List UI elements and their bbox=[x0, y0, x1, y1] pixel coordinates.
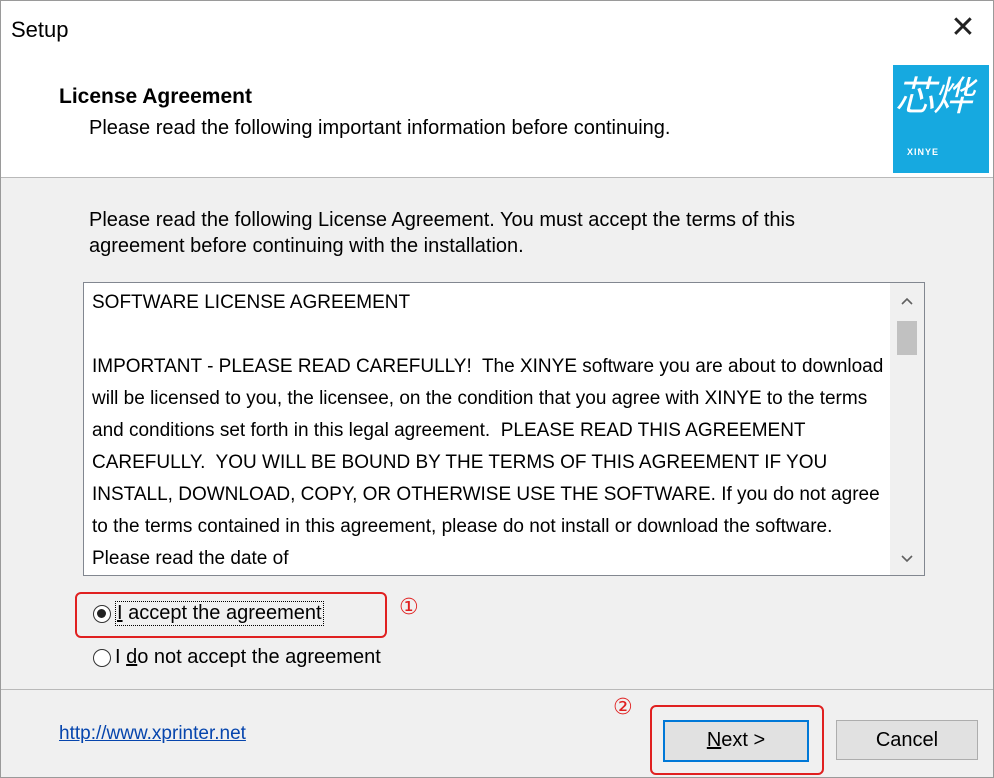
license-scrollbar[interactable] bbox=[890, 283, 924, 575]
next-label: ext > bbox=[721, 729, 766, 751]
decline-label-post: o not accept the agreement bbox=[137, 646, 381, 668]
license-textbox[interactable]: SOFTWARE LICENSE AGREEMENT IMPORTANT - P… bbox=[83, 282, 925, 576]
next-button[interactable]: Next > bbox=[663, 720, 809, 762]
scroll-up-icon[interactable] bbox=[890, 283, 924, 317]
decline-option[interactable]: I do not accept the agreement bbox=[93, 646, 381, 669]
scroll-thumb[interactable] bbox=[897, 321, 917, 355]
decline-label[interactable]: I do not accept the agreement bbox=[115, 646, 381, 669]
annotation-marker-1: ① bbox=[399, 595, 419, 620]
website-link[interactable]: http://www.xprinter.net bbox=[59, 723, 246, 745]
annotation-marker-2: ② bbox=[613, 695, 633, 720]
close-icon[interactable]: ✕ bbox=[945, 11, 981, 47]
page-title: License Agreement bbox=[59, 85, 252, 108]
logo-subtext: XINYE bbox=[907, 147, 940, 157]
next-access-key: N bbox=[706, 729, 722, 751]
intro-text: Please read the following License Agreem… bbox=[89, 209, 795, 257]
page-subtitle: Please read the following important info… bbox=[89, 117, 671, 139]
decline-access-key: d bbox=[126, 646, 138, 668]
license-text: SOFTWARE LICENSE AGREEMENT IMPORTANT - P… bbox=[92, 292, 884, 569]
annotation-box-1 bbox=[75, 592, 387, 638]
title-bar: Setup ✕ bbox=[1, 1, 993, 57]
window-title: Setup bbox=[11, 17, 69, 42]
decline-radio[interactable] bbox=[93, 648, 111, 667]
logo-chinese-text: 芯烨 bbox=[895, 74, 973, 120]
setup-window: Setup ✕ License Agreement Please read th… bbox=[0, 0, 994, 778]
footer-divider bbox=[1, 689, 993, 690]
decline-label-pre: I bbox=[115, 646, 127, 668]
xinye-logo: 芯烨 XINYE bbox=[893, 65, 989, 173]
cancel-button[interactable]: Cancel bbox=[836, 720, 978, 760]
wizard-header: License Agreement Please read the follow… bbox=[1, 57, 993, 178]
scroll-down-icon[interactable] bbox=[890, 541, 924, 575]
